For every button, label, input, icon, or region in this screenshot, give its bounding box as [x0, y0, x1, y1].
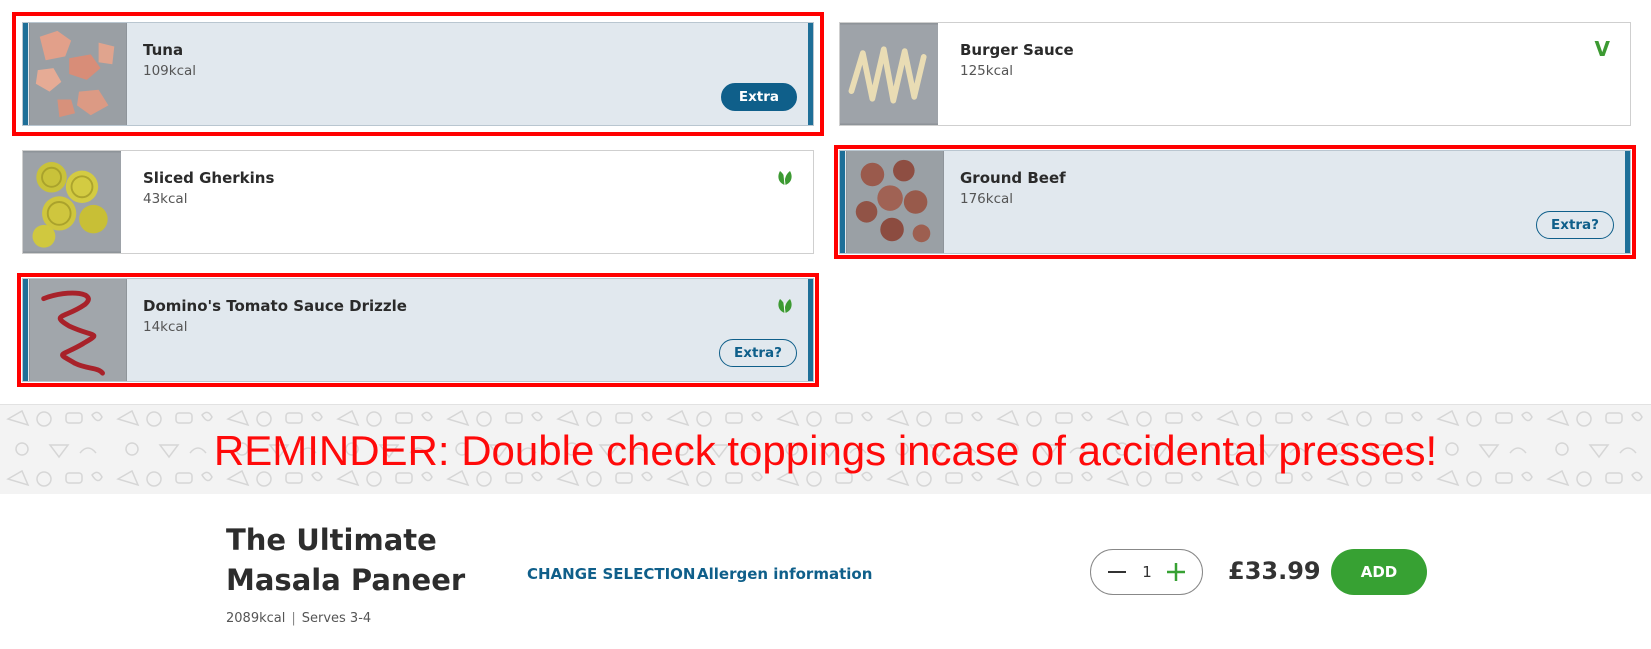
quantity-value: 1: [1142, 563, 1152, 581]
topping-name: Burger Sauce: [960, 41, 1074, 59]
minus-icon[interactable]: [1105, 560, 1129, 584]
vegetarian-v-icon: V: [1594, 37, 1610, 61]
product-serves: Serves 3-4: [301, 611, 372, 626]
add-button[interactable]: ADD: [1331, 549, 1427, 595]
topping-card-burger-sauce[interactable]: Burger Sauce 125kcal V: [839, 22, 1631, 126]
topping-name: Ground Beef: [960, 169, 1066, 187]
topping-kcal: 109kcal: [143, 63, 197, 79]
product-price: £33.99: [1228, 557, 1321, 585]
topping-kcal: 176kcal: [960, 191, 1014, 207]
burger-sauce-image: [840, 23, 938, 125]
ground-beef-image: [846, 151, 944, 253]
extra-button[interactable]: Extra?: [1536, 211, 1614, 239]
plus-icon[interactable]: [1164, 560, 1188, 584]
topping-name: Domino's Tomato Sauce Drizzle: [143, 297, 407, 315]
extra-button[interactable]: Extra: [720, 83, 797, 111]
topping-card-ground-beef[interactable]: Ground Beef 176kcal Extra?: [839, 150, 1631, 254]
tuna-image: [29, 23, 127, 125]
product-kcal: 2089kcal: [226, 611, 286, 626]
allergen-information-link[interactable]: Allergen information: [697, 565, 872, 583]
extra-button[interactable]: Extra?: [719, 339, 797, 367]
topping-kcal: 14kcal: [143, 319, 188, 335]
topping-kcal: 125kcal: [960, 63, 1014, 79]
topping-card-sliced-gherkins[interactable]: Sliced Gherkins 43kcal: [22, 150, 814, 254]
topping-kcal: 43kcal: [143, 191, 188, 207]
sliced-gherkins-image: [23, 151, 121, 253]
tomato-sauce-drizzle-image: [29, 279, 127, 381]
reminder-text: REMINDER: Double check toppings incase o…: [213, 427, 1438, 474]
topping-card-tuna[interactable]: Tuna 109kcal Extra: [22, 22, 814, 126]
change-selection-link[interactable]: CHANGE SELECTION: [527, 565, 696, 583]
topping-card-tomato-sauce-drizzle[interactable]: Domino's Tomato Sauce Drizzle 14kcal Ext…: [22, 278, 814, 382]
topping-name: Sliced Gherkins: [143, 169, 275, 187]
quantity-stepper: 1: [1090, 549, 1203, 595]
topping-name: Tuna: [143, 41, 184, 59]
reminder-banner: REMINDER: Double check toppings incase o…: [0, 404, 1651, 495]
vegan-leaf-icon: [778, 299, 792, 314]
meta-separator: |: [291, 611, 296, 626]
product-title: The Ultimate Masala Paneer: [226, 523, 466, 597]
product-footer: The Ultimate Masala Paneer 2089kcal | Serv…: [0, 494, 1651, 649]
product-meta: 2089kcal | Serves 3-4: [226, 611, 371, 626]
vegan-leaf-icon: [778, 171, 792, 186]
